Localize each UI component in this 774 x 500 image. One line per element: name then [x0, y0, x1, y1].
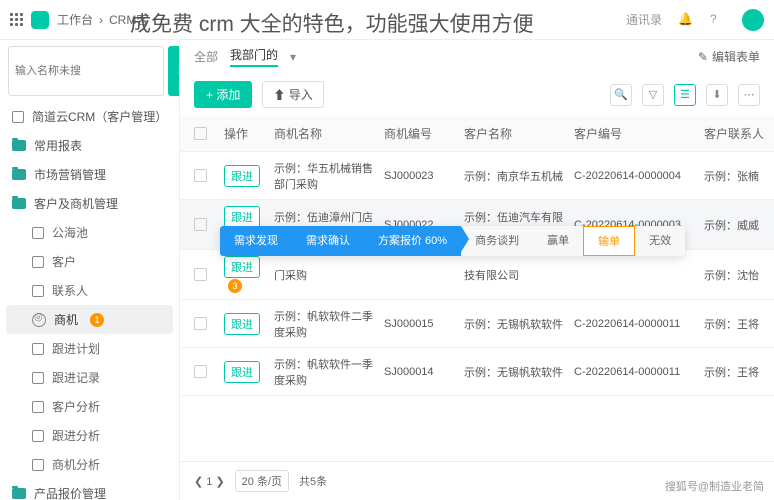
- step-quote[interactable]: 方案报价 60%: [364, 226, 461, 256]
- sidebar-item-opp-analysis[interactable]: 商机分析: [0, 450, 179, 479]
- row-badge: 3: [228, 279, 242, 293]
- cell-code: SJ000023: [384, 170, 464, 182]
- sidebar-item-product-quote[interactable]: 产品报价管理: [0, 479, 179, 500]
- select-all-checkbox[interactable]: [194, 127, 207, 140]
- follow-button[interactable]: 跟进: [224, 361, 260, 383]
- filter-icon[interactable]: ▽: [642, 84, 664, 106]
- logo: [31, 11, 49, 29]
- table-row[interactable]: 跟进3 门采购 技有限公司 示例：沈怡 赢单: [180, 250, 774, 300]
- step-invalid[interactable]: 无效: [635, 226, 685, 256]
- cell-cust-code: C-20220614-0000011: [574, 366, 704, 378]
- sidebar-item-opportunity[interactable]: 商机1: [6, 305, 173, 334]
- more-icon[interactable]: ⋯: [738, 84, 760, 106]
- sidebar-item-reports[interactable]: 常用报表: [0, 131, 179, 160]
- sidebar-item-pool[interactable]: 公海池: [0, 218, 179, 247]
- search-icon[interactable]: 🔍: [610, 84, 632, 106]
- cell-name: 示例：帆软软件二季度采购: [274, 308, 384, 340]
- chevron-down-icon[interactable]: ▾: [290, 50, 296, 64]
- sidebar-item-customer-mgmt[interactable]: 客户及商机管理: [0, 189, 179, 218]
- cell-customer: 示例：无锡帆软软件: [464, 364, 574, 380]
- row-checkbox[interactable]: [194, 218, 207, 231]
- tab-my-dept[interactable]: 我部门的: [230, 46, 278, 67]
- cell-contact: 示例：王将: [704, 316, 774, 332]
- cell-contact: 示例：张楠: [704, 168, 774, 184]
- table-row[interactable]: 跟进 示例：华五机械销售部门采购 SJ000023 示例：南京华五机械 C-20…: [180, 152, 774, 200]
- badge-1: 1: [90, 313, 104, 327]
- cell-customer: 技有限公司: [464, 267, 574, 283]
- cell-name: 示例：帆软软件一季度采购: [274, 356, 384, 388]
- cell-code: SJ000014: [384, 366, 464, 378]
- sidebar-item-customer[interactable]: 客户: [0, 247, 179, 276]
- sidebar: + 新建 简道云CRM（客户管理） 常用报表 市场营销管理 客户及商机管理 公海…: [0, 40, 180, 500]
- table-row[interactable]: 跟进 示例：帆软软件二季度采购 SJ000015 示例：无锡帆软软件 C-202…: [180, 300, 774, 348]
- add-button[interactable]: + 添加: [194, 81, 252, 108]
- row-checkbox[interactable]: [194, 169, 207, 182]
- new-button[interactable]: + 新建: [168, 46, 180, 96]
- row-checkbox[interactable]: [194, 365, 207, 378]
- sales-stage-steps: 需求发现 需求确认 方案报价 60% 商务谈判 赢单 输单 无效: [220, 226, 685, 256]
- search-input[interactable]: [8, 46, 164, 96]
- bell-icon[interactable]: 🔔: [678, 12, 694, 28]
- table-header: 操作 商机名称 商机编号 客户名称 客户编号 客户联系人 销售阶段: [180, 116, 774, 152]
- tab-all[interactable]: 全部: [194, 48, 218, 65]
- crumb-workspace[interactable]: 工作台: [57, 11, 93, 28]
- chevron-right-icon: ›: [99, 13, 103, 27]
- cell-contact: 示例：王将: [704, 364, 774, 380]
- cell-cust-code: C-20220614-0000011: [574, 318, 704, 330]
- download-icon[interactable]: ⬇: [706, 84, 728, 106]
- avatar[interactable]: [742, 9, 764, 31]
- row-checkbox[interactable]: [194, 268, 207, 281]
- help-icon[interactable]: ?: [710, 12, 726, 28]
- cell-name: 门采购: [274, 267, 384, 283]
- step-discover[interactable]: 需求发现: [220, 226, 292, 256]
- sidebar-item-marketing[interactable]: 市场营销管理: [0, 160, 179, 189]
- row-checkbox[interactable]: [194, 317, 207, 330]
- follow-button[interactable]: 跟进: [224, 165, 260, 187]
- cell-customer: 示例：南京华五机械: [464, 168, 574, 184]
- edit-form-button[interactable]: ✎编辑表单: [698, 48, 760, 65]
- sidebar-item-crm[interactable]: 简道云CRM（客户管理）: [0, 102, 179, 131]
- data-table: 操作 商机名称 商机编号 客户名称 客户编号 客户联系人 销售阶段 跟进 示例：…: [180, 116, 774, 461]
- apps-icon[interactable]: [10, 13, 23, 26]
- pencil-icon: ✎: [698, 50, 708, 64]
- cell-cust-code: C-20220614-0000004: [574, 170, 704, 182]
- table-row[interactable]: 跟进 示例：帆软软件一季度采购 SJ000014 示例：无锡帆软软件 C-202…: [180, 348, 774, 396]
- follow-button[interactable]: 跟进: [224, 206, 260, 228]
- follow-button[interactable]: 跟进: [224, 256, 260, 278]
- cell-contact: 示例：沈怡: [704, 267, 774, 283]
- cell-name: 示例：华五机械销售部门采购: [274, 160, 384, 192]
- list-view-icon[interactable]: ☰: [674, 84, 696, 106]
- sidebar-item-contacts[interactable]: 联系人: [0, 276, 179, 305]
- total-count: 共5条: [299, 473, 327, 489]
- upload-icon: ⬆: [273, 88, 285, 102]
- step-lose[interactable]: 输单: [583, 226, 635, 256]
- footer-watermark: 搜狐号@制造业老简: [665, 478, 764, 494]
- page-indicator: ❮ 1 ❯: [194, 475, 225, 488]
- sidebar-item-record[interactable]: 跟进记录: [0, 363, 179, 392]
- step-confirm[interactable]: 需求确认: [292, 226, 364, 256]
- sidebar-item-follow-analysis[interactable]: 跟进分析: [0, 421, 179, 450]
- overlay-watermark: 成免费 crm 大全的特色，功能强大使用方便: [130, 8, 534, 38]
- cell-code: SJ000015: [384, 318, 464, 330]
- follow-button[interactable]: 跟进: [224, 313, 260, 335]
- sidebar-item-plan[interactable]: 跟进计划: [0, 334, 179, 363]
- cell-contact: 示例：威威: [704, 217, 774, 233]
- content: 全部 我部门的 ▾ ✎编辑表单 + 添加 ⬆ 导入 🔍 ▽ ☰ ⬇ ⋯ 操作 商…: [180, 40, 774, 500]
- sidebar-item-cust-analysis[interactable]: 客户分析: [0, 392, 179, 421]
- cell-customer: 示例：无锡帆软软件: [464, 316, 574, 332]
- step-negotiate[interactable]: 商务谈判: [461, 226, 533, 256]
- target-icon: [32, 313, 46, 327]
- page-size-select[interactable]: 20 条/页: [235, 470, 289, 492]
- step-win[interactable]: 赢单: [533, 226, 583, 256]
- import-button[interactable]: ⬆ 导入: [262, 81, 323, 108]
- crumb-contacts[interactable]: 通讯录: [626, 11, 662, 28]
